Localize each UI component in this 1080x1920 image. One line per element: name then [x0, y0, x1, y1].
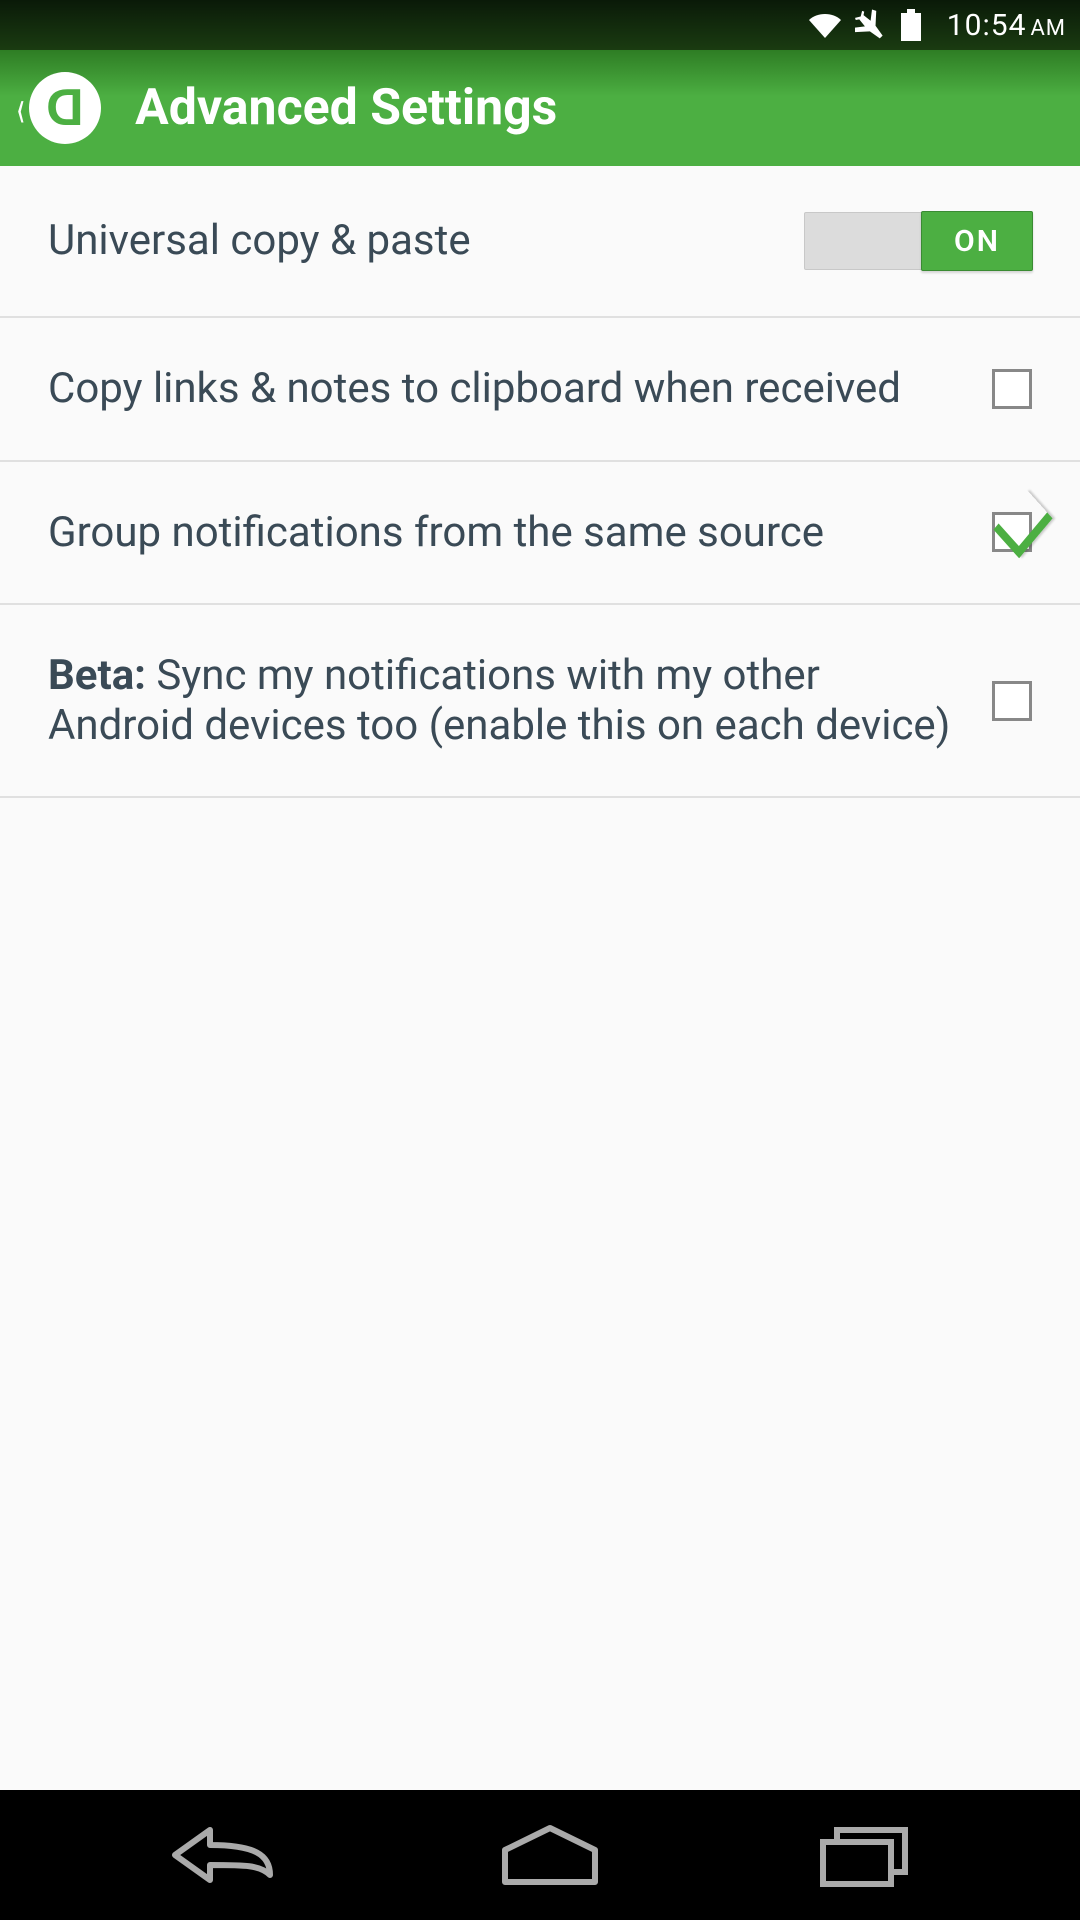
settings-list: Universal copy & paste ON Copy links & n… — [0, 166, 1080, 798]
status-icons: 10:54 AM — [807, 8, 1066, 43]
nav-back-icon[interactable] — [165, 1820, 285, 1890]
clock-ampm: AM — [1030, 16, 1066, 41]
setting-label: Beta: Sync my notifications with my othe… — [48, 651, 992, 750]
battery-icon — [901, 9, 921, 41]
clock-text: 10:54 AM — [947, 8, 1066, 43]
setting-label: Universal copy & paste — [48, 216, 804, 266]
setting-copy-clipboard[interactable]: Copy links & notes to clipboard when rec… — [0, 318, 1080, 462]
wifi-icon — [807, 10, 843, 40]
back-icon[interactable]: ‹ — [17, 76, 24, 140]
checkbox-beta-sync[interactable] — [992, 681, 1032, 721]
toggle-universal-copy[interactable]: ON — [804, 212, 1032, 270]
checkbox-group-notifications[interactable] — [992, 512, 1032, 552]
airplane-icon — [855, 8, 889, 42]
nav-recent-icon[interactable] — [815, 1820, 915, 1890]
app-logo[interactable]: D — [29, 72, 101, 144]
page-title: Advanced Settings — [135, 79, 557, 137]
setting-universal-copy[interactable]: Universal copy & paste ON — [0, 166, 1080, 318]
app-logo-letter: D — [46, 82, 84, 134]
setting-label: Group notifications from the same source — [48, 508, 992, 558]
toggle-thumb: ON — [921, 211, 1033, 271]
setting-beta-sync[interactable]: Beta: Sync my notifications with my othe… — [0, 605, 1080, 798]
status-bar: 10:54 AM — [0, 0, 1080, 50]
beta-rest: Sync my notifications with my other Andr… — [48, 651, 950, 750]
setting-group-notifications[interactable]: Group notifications from the same source — [0, 462, 1080, 606]
setting-label: Copy links & notes to clipboard when rec… — [48, 364, 992, 414]
navigation-bar — [0, 1790, 1080, 1920]
checkbox-copy-clipboard[interactable] — [992, 369, 1032, 409]
app-bar: ‹ D Advanced Settings — [0, 50, 1080, 166]
clock-time: 10:54 — [947, 8, 1027, 43]
beta-prefix: Beta: — [48, 651, 146, 700]
nav-home-icon[interactable] — [495, 1820, 605, 1890]
